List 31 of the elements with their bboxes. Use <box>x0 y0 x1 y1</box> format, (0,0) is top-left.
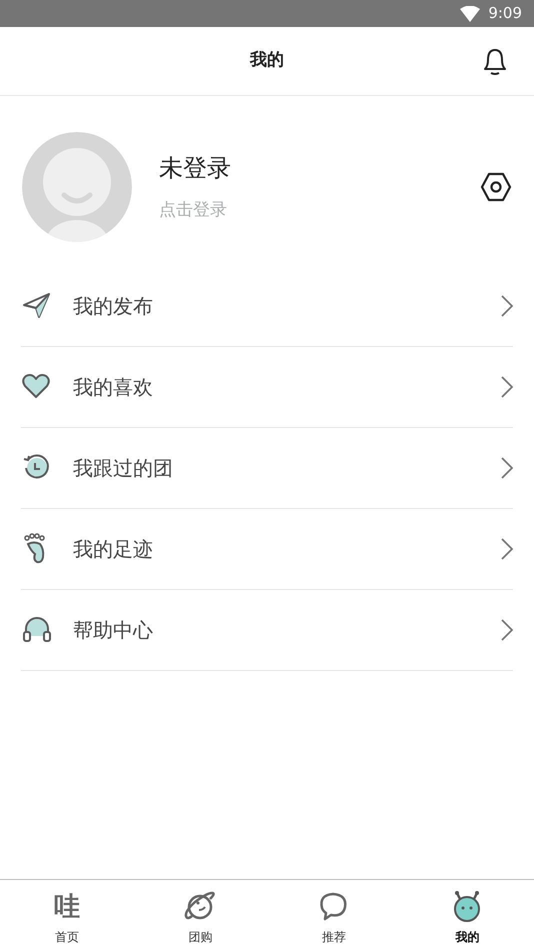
menu-label: 我的足迹 <box>73 536 154 563</box>
tab-item[interactable]: 我的 <box>400 880 534 949</box>
avatar-icon <box>22 132 132 242</box>
chevron-right-icon <box>501 295 513 317</box>
tab-item[interactable]: 推荐 <box>267 880 400 949</box>
menu-label: 我的喜欢 <box>73 374 154 401</box>
chevron-right-icon <box>501 376 513 398</box>
wifi-icon <box>460 6 480 22</box>
settings-icon[interactable] <box>480 172 512 202</box>
menu-item[interactable]: 帮助中心 <box>21 590 513 671</box>
menu-label: 我的发布 <box>73 293 154 320</box>
menu-label: 我跟过的团 <box>73 455 174 482</box>
chevron-right-icon <box>501 457 513 479</box>
menu-item[interactable]: 我跟过的团 <box>21 428 513 509</box>
tab-label: 团购 <box>188 928 212 946</box>
tab-label: 首页 <box>54 928 79 946</box>
menu-item[interactable]: 我的发布 <box>21 266 513 347</box>
tab-item[interactable]: 团购 <box>134 880 267 949</box>
menu-item[interactable]: 我的足迹 <box>21 509 513 590</box>
tab-label: 推荐 <box>322 928 346 946</box>
status-time: 9:09 <box>488 3 522 24</box>
chevron-right-icon <box>501 619 513 641</box>
user-name: 未登录 <box>159 153 232 184</box>
logo-glyph: 哇 <box>54 890 80 924</box>
chevron-right-icon <box>501 538 513 560</box>
page-title: 我的 <box>250 49 284 72</box>
menu-label: 帮助中心 <box>73 617 154 644</box>
tab-item[interactable]: 哇 首页 <box>0 880 134 949</box>
profile-card[interactable]: 未登录 点击登录 <box>0 96 534 266</box>
tab-label: 我的 <box>455 928 480 946</box>
menu-item[interactable]: 我的喜欢 <box>21 347 513 428</box>
